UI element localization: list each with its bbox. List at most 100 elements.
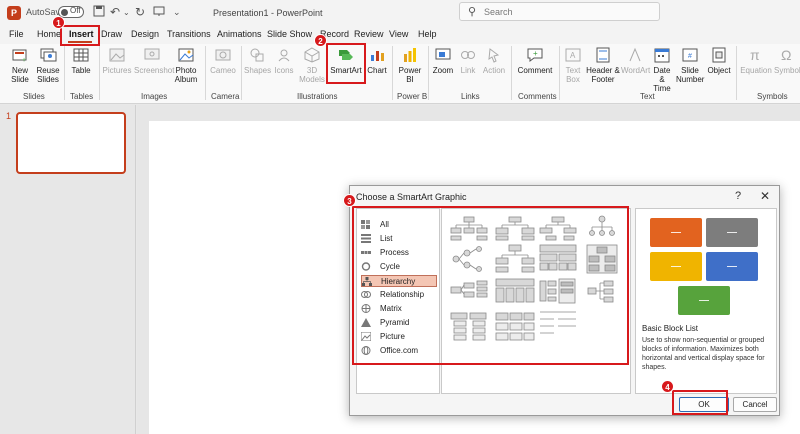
object-button[interactable]: Object [706, 46, 732, 75]
group-label-camera: Camera [211, 92, 240, 101]
tab-transitions[interactable]: Transitions [167, 29, 211, 39]
wordart-icon [629, 47, 641, 62]
cameo-label: Cameo [210, 66, 236, 75]
tab-review[interactable]: Review [354, 29, 384, 39]
present-from-beginning-icon[interactable] [153, 5, 165, 20]
photo-album-label: Photo Album [174, 66, 198, 84]
ribbon-insert: + New Slide Reuse Slides Slides Table Ta… [0, 44, 800, 104]
pictures-button[interactable]: Pictures [102, 46, 132, 75]
undo-icon[interactable]: ↶ [110, 5, 120, 19]
pictures-icon [109, 48, 125, 62]
zoom-button[interactable]: Zoom [431, 46, 455, 75]
title-bar: P AutoSave Off ↶ ⌄ ↻ ⌄ Presentation1 - P… [0, 0, 800, 26]
group-label-text: Text [640, 92, 655, 101]
3d-models-button[interactable]: 3D Models [298, 46, 326, 84]
group-separator [241, 46, 242, 100]
tab-slide-show[interactable]: Slide Show [267, 29, 312, 39]
customize-qat-icon[interactable]: ⌄ [173, 7, 181, 18]
help-button[interactable]: ? [735, 190, 741, 202]
highlight-insert-tab [60, 25, 100, 46]
wordart-button[interactable]: WordArt [621, 46, 650, 75]
pi-icon: π [750, 47, 760, 63]
cancel-button[interactable]: Cancel [733, 397, 777, 412]
toggle-state: Off [70, 6, 81, 15]
tab-view[interactable]: View [389, 29, 408, 39]
link-button[interactable]: Link [457, 46, 479, 75]
group-separator [99, 46, 100, 100]
text-box-icon: A [565, 48, 581, 62]
powerpoint-logo-icon: P [7, 6, 21, 20]
redo-icon[interactable]: ↻ [135, 5, 145, 19]
date-time-button[interactable]: Date & Time [650, 46, 674, 93]
text-box-label: Text Box [565, 66, 581, 84]
slide-number-button[interactable]: # Slide Number [676, 46, 704, 84]
preview-block-1 [650, 218, 702, 247]
close-button[interactable]: ✕ [760, 189, 770, 203]
action-label: Action [482, 66, 506, 75]
cameo-button[interactable]: Cameo [209, 46, 237, 75]
svg-text:+: + [533, 49, 538, 58]
preview-description: Use to show non-sequential or grouped bl… [642, 337, 765, 371]
zoom-label: Zoom [432, 66, 454, 75]
tab-help[interactable]: Help [418, 29, 437, 39]
comment-button[interactable]: + Comment [515, 46, 555, 75]
preview-panel: Basic Block List Use to show non-sequent… [635, 208, 777, 394]
svg-text:#: # [688, 53, 692, 60]
chart-label: Chart [367, 66, 387, 75]
step-badge-1: 1 [52, 16, 65, 29]
slide-thumbnail[interactable] [16, 112, 126, 174]
svg-text:Ω: Ω [781, 47, 791, 63]
power-bi-icon [404, 48, 416, 62]
preview-block-5 [678, 286, 730, 315]
pictures-label: Pictures [102, 66, 132, 75]
chart-button[interactable]: Chart [366, 46, 388, 75]
3d-models-label: 3D Models [299, 66, 325, 84]
svg-text:A: A [570, 51, 576, 60]
action-button[interactable]: Action [481, 46, 507, 75]
highlight-smartart-gallery [352, 206, 629, 365]
group-label-tables: Tables [70, 92, 94, 101]
reuse-slides-button[interactable]: Reuse Slides [35, 46, 61, 84]
search-input[interactable]: ⚲ Search [459, 2, 660, 21]
icons-button[interactable]: Icons [272, 46, 296, 75]
link-icon [461, 51, 475, 59]
table-icon [73, 48, 89, 62]
header-footer-icon [596, 47, 610, 63]
screenshot-icon [144, 48, 160, 60]
search-icon: ⚲ [468, 6, 477, 18]
text-box-button[interactable]: A Text Box [562, 46, 584, 84]
group-separator [511, 46, 512, 100]
tab-file[interactable]: File [9, 29, 24, 39]
photo-album-button[interactable]: Photo Album [172, 46, 200, 84]
tab-animations[interactable]: Animations [217, 29, 262, 39]
save-icon[interactable] [93, 5, 105, 20]
symbol-button[interactable]: Ω Symbol [774, 46, 800, 75]
preview-block-3 [650, 252, 702, 281]
equation-button[interactable]: π Equation [739, 46, 773, 75]
object-icon [712, 47, 726, 63]
group-label-slides: Slides [23, 92, 45, 101]
zoom-icon [435, 48, 451, 60]
reuse-slides-icon [40, 48, 57, 62]
tab-home[interactable]: Home [37, 29, 61, 39]
slide-number-icon: # [682, 48, 698, 62]
comment-icon: + [527, 48, 543, 62]
header-footer-label: Header & Footer [586, 66, 620, 84]
reuse-slides-label: Reuse Slides [36, 66, 60, 84]
cube-icon [304, 47, 320, 63]
screenshot-button[interactable]: Screenshot [134, 46, 174, 75]
tab-design[interactable]: Design [131, 29, 159, 39]
calendar-icon [654, 48, 670, 63]
tab-draw[interactable]: Draw [101, 29, 122, 39]
table-label: Table [71, 66, 91, 75]
icons-label: Icons [274, 66, 294, 75]
undo-dropdown-icon[interactable]: ⌄ [123, 8, 130, 17]
dialog-title: Choose a SmartArt Graphic [356, 192, 467, 202]
table-button[interactable]: Table [68, 46, 94, 75]
header-footer-button[interactable]: Header & Footer [586, 46, 620, 84]
new-slide-button[interactable]: + New Slide [6, 46, 34, 84]
power-bi-button[interactable]: Power BI [396, 46, 424, 84]
action-icon [488, 48, 500, 63]
equation-label: Equation [740, 66, 772, 75]
shapes-button[interactable]: Shapes [244, 46, 271, 75]
